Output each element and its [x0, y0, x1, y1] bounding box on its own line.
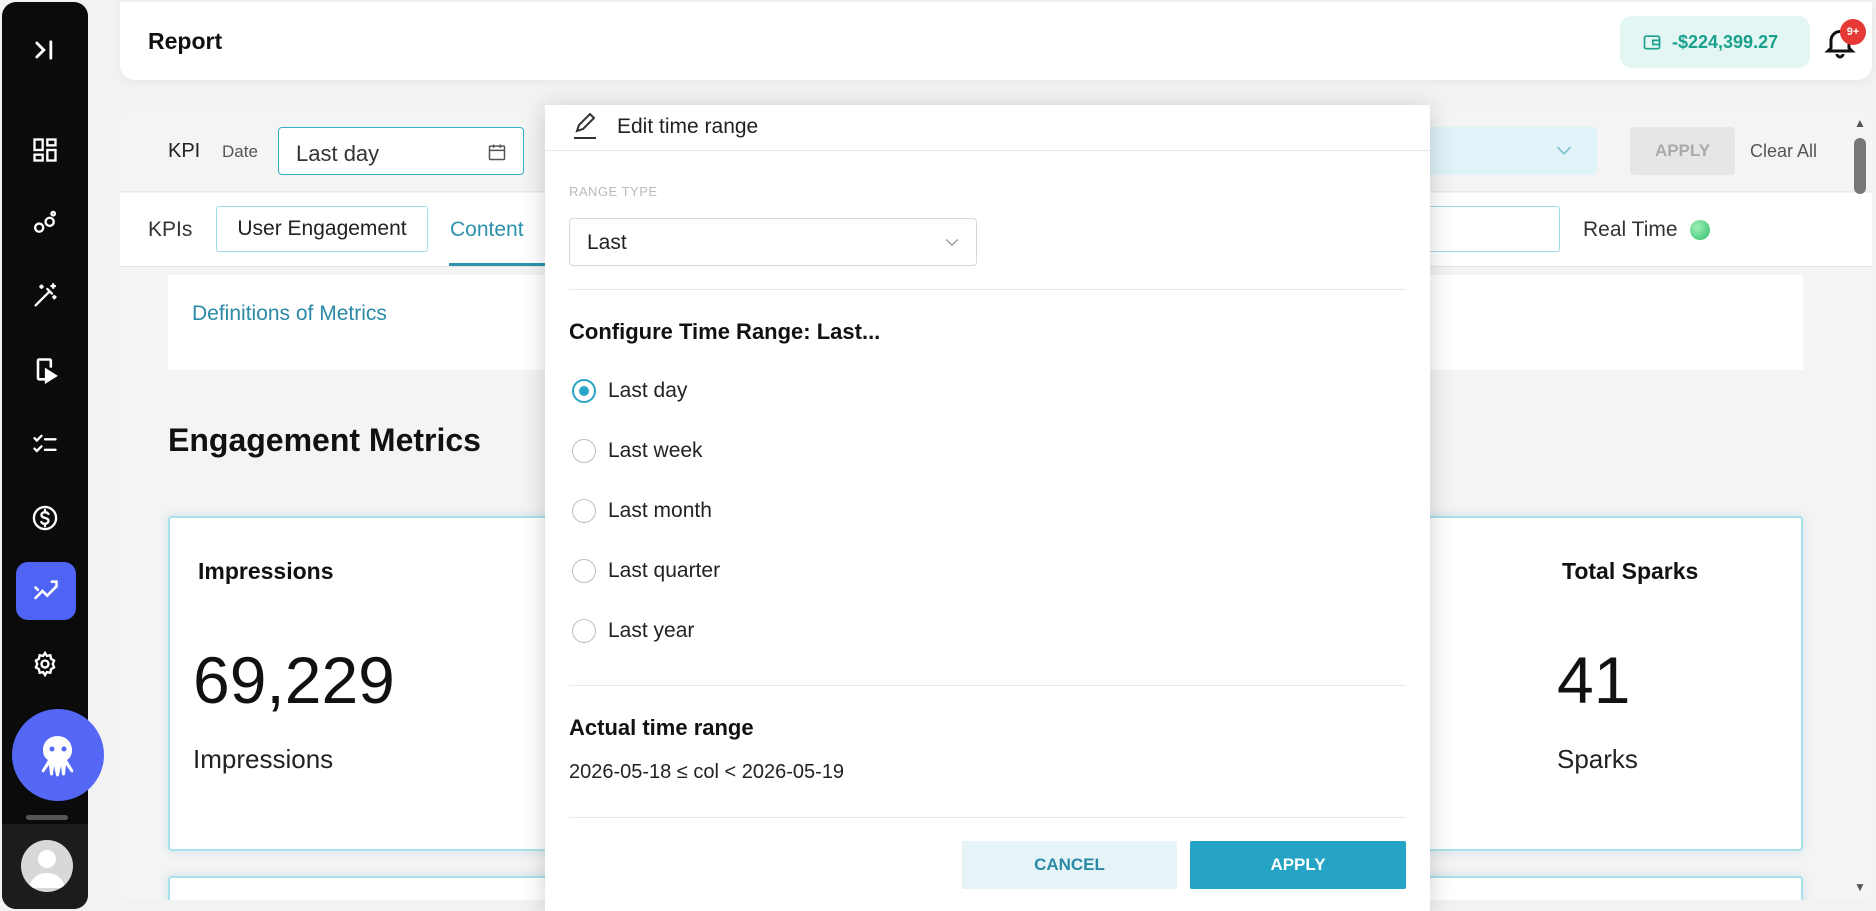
metric-card-total-sparks: Total Sparks 41 Sparks: [1410, 516, 1803, 851]
range-type-value: Last: [587, 231, 627, 254]
mobile-play-icon[interactable]: [19, 344, 71, 396]
status-dot-icon: [1689, 220, 1710, 240]
sidebar-handle[interactable]: [26, 815, 68, 820]
tab-user-engagement[interactable]: User Engagement: [216, 206, 428, 252]
radio-unchecked-icon[interactable]: [572, 439, 596, 463]
realtime-toggle[interactable]: Real Time: [1583, 218, 1710, 242]
metric-card: [168, 876, 588, 900]
metric-card-impressions: Impressions 69,229 Impressions: [168, 516, 588, 851]
range-type-select[interactable]: Last: [569, 218, 977, 266]
cancel-button[interactable]: CANCEL: [962, 841, 1177, 889]
radio-last-day[interactable]: Last day: [572, 379, 687, 403]
wallet-balance[interactable]: -$224,399.27: [1620, 16, 1810, 68]
scroll-down-arrow-icon[interactable]: ▼: [1854, 880, 1866, 894]
scroll-up-arrow-icon[interactable]: ▲: [1854, 116, 1866, 130]
page-title: Report: [148, 28, 223, 54]
wallet-icon: [1643, 35, 1661, 50]
edit-time-range-modal: Edit time range RANGE TYPE Last Configur…: [545, 105, 1430, 911]
radio-label: Last day: [608, 379, 688, 402]
top-header: Report -$224,399.27 9+: [120, 2, 1872, 80]
gear-icon[interactable]: [19, 638, 71, 690]
chevron-down-icon: [1556, 146, 1572, 155]
divider: [569, 817, 1406, 818]
date-range-value: Last day: [296, 141, 380, 166]
nodes-icon[interactable]: [19, 197, 71, 249]
section-title: Engagement Metrics: [168, 422, 481, 458]
metric-title: Impressions: [198, 558, 334, 584]
tab-box[interactable]: [1420, 206, 1560, 252]
sidebar: [2, 2, 104, 909]
user-avatar-icon[interactable]: [21, 840, 73, 892]
metric-unit: Impressions: [193, 744, 334, 774]
modal-header: Edit time range: [545, 105, 1430, 151]
date-label: Date: [222, 142, 258, 161]
divider: [569, 685, 1406, 686]
chevron-down-icon: [945, 239, 959, 247]
filter-select[interactable]: [1420, 127, 1597, 175]
dollar-icon[interactable]: [19, 492, 71, 544]
checklist-icon[interactable]: [19, 418, 71, 470]
metric-unit: Sparks: [1557, 744, 1638, 774]
modal-title: Edit time range: [617, 115, 759, 138]
radio-unchecked-icon[interactable]: [572, 499, 596, 523]
tab-content[interactable]: Content: [450, 218, 524, 242]
range-type-label: RANGE TYPE: [569, 184, 658, 199]
metric-value: 69,229: [193, 643, 395, 717]
radio-last-week[interactable]: Last week: [572, 439, 703, 463]
dashboard-icon[interactable]: [19, 124, 71, 176]
radio-unchecked-icon[interactable]: [572, 559, 596, 583]
radio-label: Last week: [608, 439, 703, 462]
octopus-icon[interactable]: [12, 709, 104, 801]
metric-value: 41: [1557, 643, 1631, 717]
clear-all-button[interactable]: Clear All: [1750, 141, 1817, 162]
radio-last-year[interactable]: Last year: [572, 619, 694, 643]
definitions-link[interactable]: Definitions of Metrics: [192, 302, 387, 326]
scrollbar-thumb[interactable]: [1854, 138, 1866, 194]
date-range-input[interactable]: Last day: [278, 127, 524, 175]
radio-label: Last quarter: [608, 559, 721, 582]
radio-unchecked-icon[interactable]: [572, 619, 596, 643]
metric-card: [1410, 876, 1803, 900]
actual-range-title: Actual time range: [569, 715, 754, 740]
metric-title: Total Sparks: [1562, 558, 1699, 584]
radio-label: Last month: [608, 499, 712, 522]
divider: [569, 289, 1406, 290]
balance-value: -$224,399.27: [1672, 31, 1779, 52]
analytics-icon[interactable]: [16, 562, 76, 620]
expand-panel-icon[interactable]: [19, 24, 71, 76]
actual-range-value: 2026-05-18 ≤ col < 2026-05-19: [569, 761, 845, 783]
realtime-label: Real Time: [1583, 218, 1678, 241]
kpi-label: KPI: [168, 140, 201, 162]
apply-button[interactable]: APPLY: [1190, 841, 1406, 889]
tab-kpis[interactable]: KPIs: [148, 218, 192, 242]
magic-wand-icon[interactable]: [19, 270, 71, 322]
radio-label: Last year: [608, 619, 695, 642]
notification-badge: 9+: [1840, 19, 1866, 45]
filter-apply-button[interactable]: APPLY: [1630, 127, 1735, 175]
radio-last-month[interactable]: Last month: [572, 499, 712, 523]
calendar-icon: [488, 144, 506, 161]
pencil-icon: [574, 112, 596, 139]
radio-last-quarter[interactable]: Last quarter: [572, 559, 720, 583]
radio-checked-icon[interactable]: [572, 379, 596, 403]
config-title: Configure Time Range: Last...: [569, 319, 881, 344]
